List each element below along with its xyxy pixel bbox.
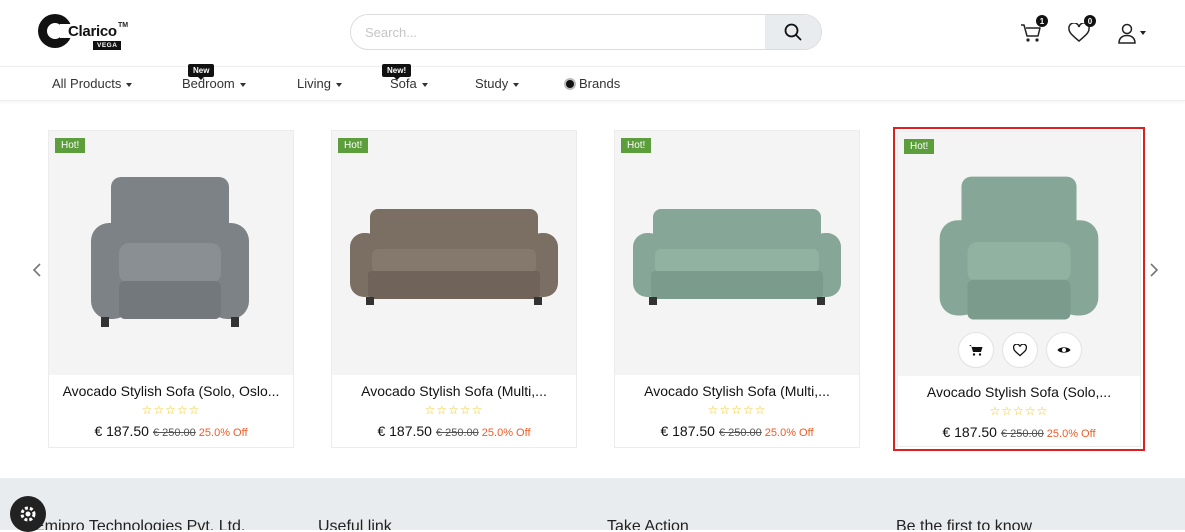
rating-stars: ☆☆☆☆☆ xyxy=(989,404,1049,418)
nav-item-living[interactable]: Living xyxy=(297,76,342,91)
rating-stars: ☆☆☆☆☆ xyxy=(424,403,484,417)
cart-button[interactable]: 1 xyxy=(1018,15,1048,46)
chevron-down-icon xyxy=(421,82,428,87)
product-name[interactable]: Avocado Stylish Sofa (Solo,... xyxy=(898,384,1140,400)
add-to-wishlist-button[interactable] xyxy=(1002,332,1038,368)
account-menu[interactable] xyxy=(1114,20,1148,46)
carousel-prev-button[interactable] xyxy=(31,262,43,278)
nav-item-label: Brands xyxy=(579,76,621,91)
logo-sub: VEGA xyxy=(93,41,122,50)
old-price: € 250.00 xyxy=(435,427,479,439)
product-name[interactable]: Avocado Stylish Sofa (Solo, Oslo... xyxy=(49,383,293,399)
wishlist-count-badge: 0 xyxy=(1084,15,1096,27)
old-price: € 250.00 xyxy=(152,427,196,439)
product-card[interactable]: Hot! Avocado Stylish Sofa (Solo, Oslo...… xyxy=(48,130,294,448)
product-card[interactable]: Hot! Avocado Stylish Sofa (Multi,... ☆☆☆… xyxy=(331,130,577,448)
price-row: € 187.50 € 250.00 25.0% Off xyxy=(49,423,293,441)
hot-badge: Hot! xyxy=(338,138,369,153)
gear-icon xyxy=(20,506,36,522)
footer-newsletter-heading: Be the first to know xyxy=(896,518,1033,530)
heart-icon xyxy=(1013,343,1027,356)
current-price: € 187.50 xyxy=(377,423,432,439)
cart-count-badge: 1 xyxy=(1036,15,1048,27)
chevron-down-icon xyxy=(239,82,246,87)
discount-label: 25.0% Off xyxy=(1046,428,1096,440)
old-price: € 250.00 xyxy=(718,427,762,439)
price-row: € 187.50 € 250.00 25.0% Off xyxy=(898,424,1140,442)
footer-useful-link-heading: Useful link xyxy=(318,518,392,530)
chevron-down-icon xyxy=(126,82,133,87)
current-price: € 187.50 xyxy=(942,424,997,440)
search-icon xyxy=(784,23,802,41)
chevron-left-icon xyxy=(32,263,41,277)
sofa-image xyxy=(633,209,841,305)
eye-icon xyxy=(1057,347,1071,353)
nav-item-bedroom[interactable]: New Bedroom xyxy=(182,64,246,91)
carousel-next-button[interactable] xyxy=(1148,262,1160,278)
clarico-logo[interactable]: Clarico TM VEGA xyxy=(38,14,128,52)
header: Clarico TM VEGA 1 0 xyxy=(0,0,1185,66)
nav-item-label: Living xyxy=(297,76,331,91)
settings-button[interactable] xyxy=(10,496,46,532)
nav-item-label: Bedroom xyxy=(182,76,235,91)
new-tag: New xyxy=(188,64,215,80)
product-card-selected[interactable]: Hot! Avocado Stylish Sofa (Solo,... ☆☆☆☆… xyxy=(893,127,1145,451)
search-bar xyxy=(350,14,822,50)
quick-actions xyxy=(898,332,1142,368)
old-price: € 250.00 xyxy=(1000,428,1044,440)
search-button[interactable] xyxy=(765,15,821,49)
footer-company-heading: Emipro Technologies Pvt. Ltd. xyxy=(34,518,246,530)
nav-item-sofa[interactable]: New! Sofa xyxy=(382,64,428,91)
armchair-image xyxy=(91,177,249,327)
logo-tm: TM xyxy=(118,22,129,29)
cart-icon xyxy=(969,345,983,356)
product-image[interactable] xyxy=(615,131,859,375)
rating-stars: ☆☆☆☆☆ xyxy=(141,403,201,417)
nav-item-study[interactable]: Study xyxy=(475,76,520,91)
quick-view-button[interactable] xyxy=(1046,332,1082,368)
logo-text: Clarico xyxy=(68,23,117,40)
nav-item-all-products[interactable]: All Products xyxy=(52,76,133,91)
chevron-down-icon xyxy=(1139,31,1146,35)
sofa-image xyxy=(350,209,558,305)
search-input[interactable] xyxy=(365,15,765,49)
hot-badge: Hot! xyxy=(904,139,935,154)
nav-item-brands[interactable]: Brands xyxy=(564,76,620,91)
chevron-right-icon xyxy=(1150,263,1159,277)
discount-label: 25.0% Off xyxy=(764,427,814,439)
add-to-cart-button[interactable] xyxy=(958,332,994,368)
hot-badge: Hot! xyxy=(621,138,652,153)
main-nav: All Products New Bedroom Living New! Sof… xyxy=(0,64,1185,101)
price-row: € 187.50 € 250.00 25.0% Off xyxy=(332,423,576,441)
product-name[interactable]: Avocado Stylish Sofa (Multi,... xyxy=(615,383,859,399)
current-price: € 187.50 xyxy=(94,423,149,439)
footer: Emipro Technologies Pvt. Ltd. Useful lin… xyxy=(0,478,1185,530)
rating-stars: ☆☆☆☆☆ xyxy=(707,403,767,417)
nav-item-label: Study xyxy=(475,76,509,91)
brands-icon xyxy=(564,78,576,90)
user-icon xyxy=(1117,23,1136,44)
new-tag: New! xyxy=(382,64,412,80)
chevron-down-icon xyxy=(335,82,342,87)
discount-label: 25.0% Off xyxy=(198,427,248,439)
price-row: € 187.50 € 250.00 25.0% Off xyxy=(615,423,859,441)
wishlist-button[interactable]: 0 xyxy=(1066,15,1096,46)
product-image[interactable] xyxy=(332,131,576,375)
chevron-down-icon xyxy=(513,82,520,87)
footer-take-action-heading: Take Action xyxy=(607,518,689,530)
product-image[interactable] xyxy=(49,131,293,375)
product-card[interactable]: Hot! Avocado Stylish Sofa (Multi,... ☆☆☆… xyxy=(614,130,860,448)
hot-badge: Hot! xyxy=(55,138,86,153)
nav-item-label: All Products xyxy=(52,76,122,91)
discount-label: 25.0% Off xyxy=(481,427,531,439)
current-price: € 187.50 xyxy=(660,423,715,439)
product-name[interactable]: Avocado Stylish Sofa (Multi,... xyxy=(332,383,576,399)
